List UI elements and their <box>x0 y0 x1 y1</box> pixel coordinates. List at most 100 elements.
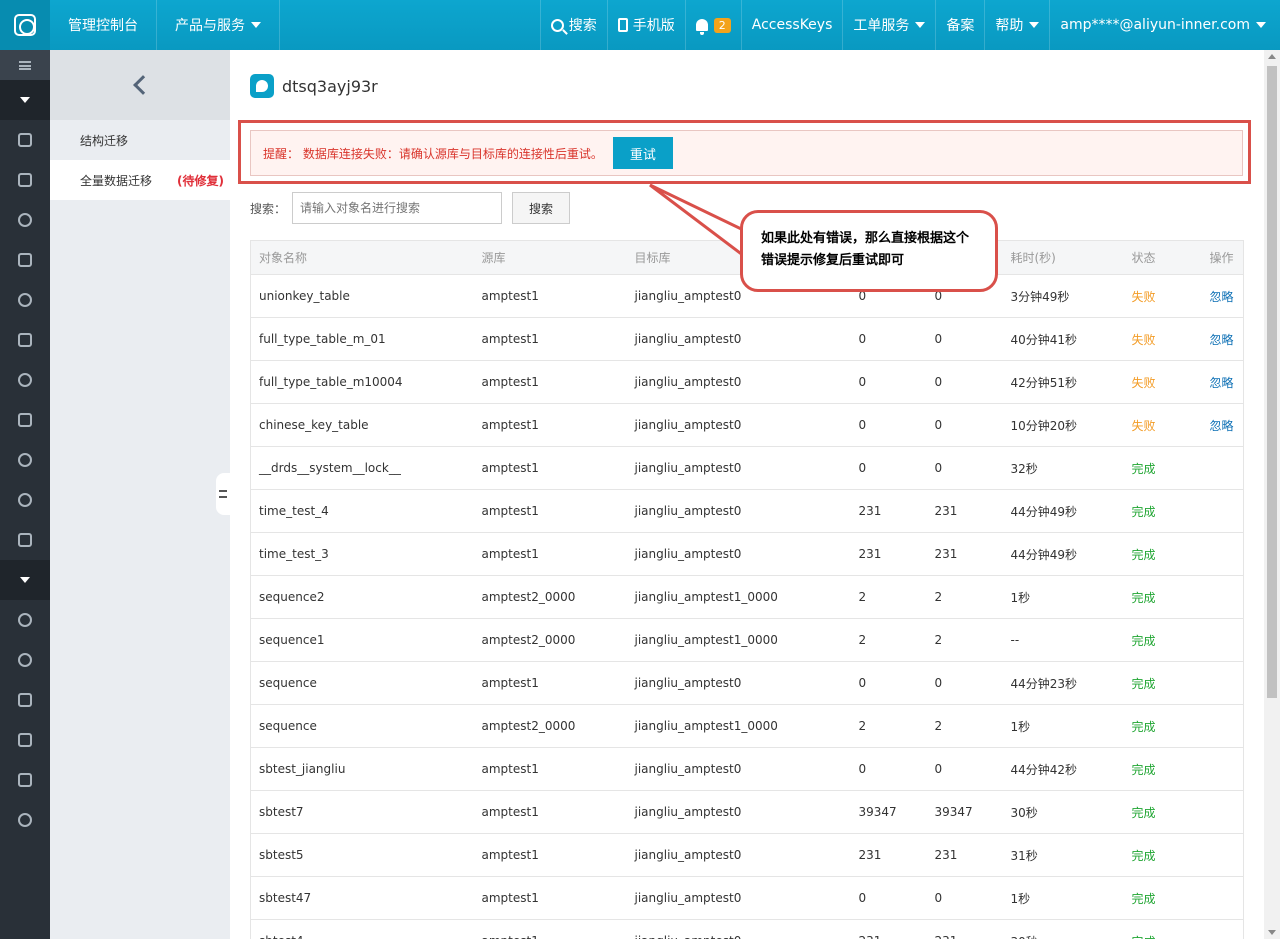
rail-item-1[interactable] <box>0 120 50 160</box>
nav-account[interactable]: amp****@aliyun-inner.com <box>1049 0 1280 50</box>
column-header: 耗时(秒) <box>1002 240 1124 275</box>
action-cell <box>1201 747 1244 791</box>
table-cell: jiangliu_amptest0 <box>626 919 851 939</box>
table-row: sbtest4amptest1jiangliu_amptest023123130… <box>250 919 1244 939</box>
action-cell <box>1201 661 1244 705</box>
table-cell: 0 <box>926 317 1003 361</box>
action-cell[interactable]: 忽略 <box>1201 274 1244 318</box>
table-cell: -- <box>1002 618 1124 662</box>
sidebar-item-full-data-migration[interactable]: 全量数据迁移 (待修复) <box>50 160 230 200</box>
table-cell: jiangliu_amptest1_0000 <box>626 575 851 619</box>
nav-search[interactable]: 搜索 <box>539 0 607 50</box>
rail-item-7[interactable] <box>0 360 50 400</box>
retry-button[interactable]: 重试 <box>612 137 673 169</box>
status-cell: 失败 <box>1123 274 1202 318</box>
nav-tickets[interactable]: 工单服务 <box>842 0 935 50</box>
status-cell: 完成 <box>1123 446 1202 490</box>
table-cell: 231 <box>850 532 927 576</box>
table-cell: 2 <box>850 618 927 662</box>
table-cell: 0 <box>926 876 1003 920</box>
nav-beian[interactable]: 备案 <box>935 0 984 50</box>
table-cell: 2 <box>850 575 927 619</box>
table-cell: amptest1 <box>473 532 627 576</box>
sidebar-item-schema-migration[interactable]: 结构迁移 <box>50 120 230 160</box>
action-cell[interactable]: 忽略 <box>1201 360 1244 404</box>
table-cell: 1秒 <box>1002 876 1124 920</box>
scroll-down-arrow[interactable] <box>1268 930 1276 935</box>
rail-item-5[interactable] <box>0 280 50 320</box>
sidebar-collapse-toggle[interactable] <box>216 473 230 515</box>
action-cell <box>1201 489 1244 533</box>
action-cell <box>1201 532 1244 576</box>
rail-item-10[interactable] <box>0 480 50 520</box>
table-cell: sbtest_jiangliu <box>250 747 474 791</box>
collapse-icon <box>219 490 227 498</box>
action-cell <box>1201 919 1244 939</box>
search-input[interactable] <box>292 192 503 224</box>
rail-item-mail[interactable] <box>0 720 50 760</box>
status-cell: 失败 <box>1123 317 1202 361</box>
table-cell: sbtest47 <box>250 876 474 920</box>
hamburger-icon <box>19 60 31 70</box>
action-cell <box>1201 790 1244 834</box>
rail-item-6[interactable] <box>0 320 50 360</box>
nav-accesskeys-label: AccessKeys <box>751 17 833 33</box>
nav-products[interactable]: 产品与服务 <box>157 0 280 50</box>
table-cell: 0 <box>850 446 927 490</box>
nav-beian-label: 备案 <box>946 18 975 34</box>
page-scrollbar[interactable] <box>1264 50 1280 939</box>
action-cell[interactable]: 忽略 <box>1201 317 1244 361</box>
table-cell: 0 <box>926 747 1003 791</box>
rail-item-bag[interactable] <box>0 680 50 720</box>
table-cell: amptest2_0000 <box>473 575 627 619</box>
table-cell: jiangliu_amptest1_0000 <box>626 618 851 662</box>
rail-item-user[interactable] <box>0 600 50 640</box>
nav-mobile-label: 手机版 <box>632 18 675 34</box>
chart-icon <box>18 333 32 347</box>
scroll-thumb[interactable] <box>1267 66 1277 698</box>
rail-item-11[interactable] <box>0 520 50 560</box>
status-badge: (待修复) <box>177 173 224 188</box>
main-content: dtsq3ayj93r 提醒： 数据库连接失败：请确认源库与目标库的连接性后重试… <box>230 50 1264 939</box>
dns-icon <box>18 493 32 507</box>
nav-help[interactable]: 帮助 <box>984 0 1049 50</box>
yen-icon <box>18 653 32 667</box>
rail-item-edit[interactable] <box>0 760 50 800</box>
rail-menu-toggle[interactable] <box>0 50 50 80</box>
rail-item-billing[interactable] <box>0 640 50 680</box>
rail-group-toggle[interactable] <box>0 80 50 120</box>
table-cell: 39347 <box>926 790 1003 834</box>
table-cell: 0 <box>926 446 1003 490</box>
search-icon <box>550 18 564 32</box>
sidebar-item-label: 全量数据迁移 <box>80 173 153 188</box>
nav-accesskeys[interactable]: AccessKeys <box>740 0 843 50</box>
rail-item-4[interactable] <box>0 240 50 280</box>
table-cell: 2 <box>926 618 1003 662</box>
rail-group-toggle-2[interactable] <box>0 560 50 600</box>
column-header: 对象名称 <box>250 240 474 275</box>
rail-item-2[interactable] <box>0 160 50 200</box>
nav-notifications[interactable]: 2 <box>684 0 741 50</box>
status-cell: 完成 <box>1123 919 1202 939</box>
action-cell <box>1201 446 1244 490</box>
icon-rail <box>0 50 50 939</box>
search-icon <box>18 373 32 387</box>
table-cell: 231 <box>926 489 1003 533</box>
aliyun-logo[interactable] <box>0 0 50 50</box>
rail-item-security[interactable] <box>0 800 50 840</box>
table-row: sbtest_jiangliu amptest1 jiangliu_amptest0… <box>250 747 1244 791</box>
rail-item-9[interactable] <box>0 440 50 480</box>
scroll-up-arrow[interactable] <box>1268 54 1276 59</box>
search-button[interactable]: 搜索 <box>512 192 571 224</box>
action-cell <box>1201 876 1244 920</box>
nav-console[interactable]: 管理控制台 <box>50 0 157 50</box>
rail-item-8[interactable] <box>0 400 50 440</box>
table-cell: 30秒 <box>1002 919 1124 939</box>
back-button[interactable] <box>50 50 230 120</box>
rail-item-3[interactable] <box>0 200 50 240</box>
table-cell: 0 <box>926 661 1003 705</box>
status-cell: 完成 <box>1123 532 1202 576</box>
nav-mobile[interactable]: 手机版 <box>606 0 685 50</box>
action-cell[interactable]: 忽略 <box>1201 403 1244 447</box>
table-cell: 0 <box>850 360 927 404</box>
